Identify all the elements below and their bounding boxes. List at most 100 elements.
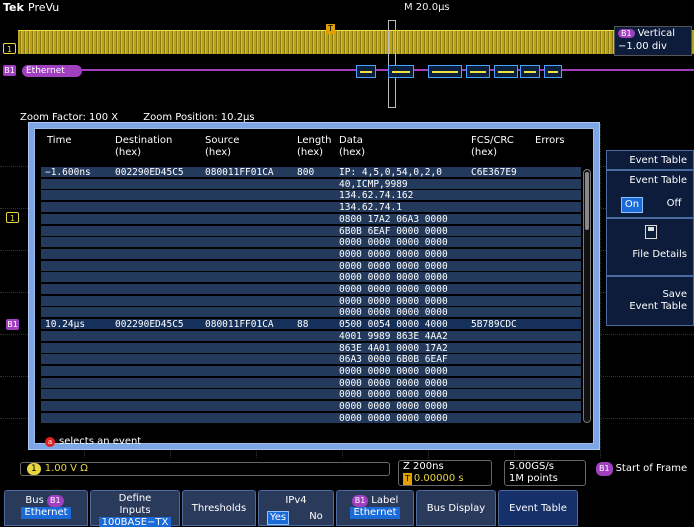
cell-time: −1.600ns bbox=[45, 167, 91, 178]
cell-data: 0000 0000 0000 0000 bbox=[339, 307, 448, 319]
cell-data: 134.62.74.162 bbox=[339, 190, 414, 202]
event-table-button[interactable]: Event Table bbox=[498, 490, 578, 526]
define-inputs-button[interactable]: Define Inputs 100BASE−TX bbox=[90, 490, 180, 527]
cell-fcs: 5B789CDC bbox=[471, 319, 517, 331]
cell-data: 0000 0000 0000 0000 bbox=[339, 389, 448, 401]
event-table-toggle[interactable]: Event Table On Off bbox=[606, 170, 694, 218]
trigger-icon: T bbox=[403, 473, 412, 485]
table-row[interactable]: 0000 0000 0000 0000 bbox=[41, 295, 581, 307]
table-row[interactable]: 6B0B 6EAF 0000 0000 bbox=[41, 225, 581, 237]
horizontal-readout[interactable]: Z 200ns T 0.00000 s bbox=[398, 460, 492, 486]
table-row[interactable]: 0000 0000 0000 0000 bbox=[41, 260, 581, 272]
thresholds-button[interactable]: Thresholds bbox=[182, 490, 256, 526]
ipv4-button[interactable]: IPv4 Yes No bbox=[258, 490, 334, 526]
grid-line bbox=[600, 124, 601, 458]
event-table-rows: −1.600ns 002290ED45C5 080011FF01CA 800 IP: 4… bbox=[41, 167, 581, 425]
trigger-type: Start of Frame bbox=[615, 463, 688, 474]
cell-data: 0000 0000 0000 0000 bbox=[339, 401, 448, 412]
bus-button[interactable]: Bus B1 Ethernet bbox=[4, 490, 88, 526]
table-row[interactable]: −1.600ns 002290ED45C5 080011FF01CA 800 IP: 4… bbox=[41, 167, 581, 178]
event-table-on-option[interactable]: On bbox=[621, 197, 643, 213]
table-row[interactable]: 06A3 0000 6B0B 6EAF bbox=[41, 354, 581, 366]
cell-data: 0000 0000 0000 0000 bbox=[339, 248, 448, 260]
label-button[interactable]: B1 Label Ethernet bbox=[336, 490, 414, 526]
col-source: Source (hex) bbox=[205, 135, 240, 158]
cell-data: 6B0B 6EAF 0000 0000 bbox=[339, 225, 448, 237]
bus-packet bbox=[544, 65, 562, 78]
col-length: Length (hex) bbox=[297, 135, 332, 158]
acquisition-mode: PreVu bbox=[28, 1, 60, 14]
ch1-waveform bbox=[18, 30, 614, 54]
acquisition-readout[interactable]: 5.00GS/s 1M points bbox=[504, 460, 586, 486]
ipv4-yes-option[interactable]: Yes bbox=[267, 511, 289, 525]
cell-data: 0000 0000 0000 0000 bbox=[339, 284, 448, 295]
save-event-table-button[interactable]: Save Event Table bbox=[606, 276, 694, 326]
ipv4-no-option[interactable]: No bbox=[305, 511, 327, 525]
table-row[interactable]: 40,ICMP,9989 bbox=[41, 178, 581, 190]
cell-data: 06A3 0000 6B0B 6EAF bbox=[339, 354, 448, 366]
table-row[interactable]: 0000 0000 0000 0000 bbox=[41, 248, 581, 260]
event-table-scrollbar[interactable] bbox=[583, 169, 591, 423]
cell-data: 0000 0000 0000 0000 bbox=[339, 412, 448, 424]
cell-destination: 002290ED45C5 bbox=[115, 319, 184, 331]
hint-text: selects an event bbox=[59, 436, 142, 447]
col-fcs-crc: FCS/CRC (hex) bbox=[471, 135, 514, 158]
table-row[interactable]: 134.62.74.1 bbox=[41, 202, 581, 214]
table-row[interactable]: 0000 0000 0000 0000 bbox=[41, 284, 581, 295]
cell-source: 080011FF01CA bbox=[205, 319, 274, 331]
event-table: Time Destination (hex) Source (hex) Length… bbox=[34, 128, 594, 447]
table-row[interactable]: 4001 9989 863E 4AA2 bbox=[41, 330, 581, 342]
file-details-button[interactable]: File Details bbox=[606, 218, 694, 276]
bus-packet bbox=[494, 65, 518, 78]
col-data: Data (hex) bbox=[339, 135, 366, 158]
toggle-label: Event Table bbox=[629, 175, 687, 186]
ch1-readout[interactable]: 1 1.00 V Ω bbox=[20, 462, 390, 476]
ch1-marker: 1 bbox=[3, 43, 16, 54]
table-row[interactable]: 10.24µs 002290ED45C5 080011FF01CA 88 0500 00… bbox=[41, 319, 581, 331]
b1-marker: B1 bbox=[6, 319, 19, 330]
bus-packet bbox=[520, 65, 540, 78]
event-table-off-option[interactable]: Off bbox=[663, 197, 685, 213]
bus-packet bbox=[466, 65, 490, 78]
readout-bar: 1 1.00 V Ω Z 200ns T 0.00000 s 5.00GS/s 1M… bbox=[0, 458, 694, 488]
table-row[interactable]: 0000 0000 0000 0000 bbox=[41, 237, 581, 249]
vertical-title: Vertical bbox=[637, 28, 676, 39]
save-event-table-label: Save Event Table bbox=[629, 289, 687, 312]
zoom-window-box[interactable] bbox=[388, 20, 396, 108]
cell-data: IP: 4,5,0,54,0,2,0 bbox=[339, 167, 442, 178]
cell-data: 4001 9989 863E 4AA2 bbox=[339, 330, 448, 342]
table-row[interactable]: 0000 0000 0000 0000 bbox=[41, 307, 581, 319]
record-length: 1M points bbox=[509, 473, 558, 484]
b1-badge: B1 bbox=[596, 462, 613, 476]
scrollbar-thumb[interactable] bbox=[585, 172, 589, 230]
sample-rate: 5.00GS/s bbox=[509, 461, 554, 472]
cell-data: 0000 0000 0000 0000 bbox=[339, 237, 448, 249]
table-row[interactable]: 0000 0000 0000 0000 bbox=[41, 365, 581, 377]
cell-source: 080011FF01CA bbox=[205, 167, 274, 178]
bus-packet bbox=[388, 65, 414, 78]
event-table-header: Time Destination (hex) Source (hex) Length… bbox=[35, 129, 593, 159]
bus-type: Ethernet bbox=[21, 507, 71, 519]
ipv4-label: IPv4 bbox=[285, 495, 307, 506]
table-row[interactable]: 0800 17A2 06A3 0000 bbox=[41, 213, 581, 225]
zoom-scale: Z 200ns bbox=[403, 461, 444, 472]
side-menu: Event Table Event Table On Off File Deta… bbox=[606, 150, 694, 326]
bus-packet bbox=[428, 65, 462, 78]
table-row[interactable]: 0000 0000 0000 0000 bbox=[41, 389, 581, 401]
table-row[interactable]: 0000 0000 0000 0000 bbox=[41, 272, 581, 284]
table-row[interactable]: 0000 0000 0000 0000 bbox=[41, 412, 581, 424]
status-bar: Tek PreVu M 20.0µs bbox=[0, 0, 694, 16]
ch1-trace-top bbox=[18, 30, 614, 31]
table-row[interactable]: 134.62.74.162 bbox=[41, 190, 581, 202]
trigger-position-marker: T bbox=[326, 24, 335, 34]
table-row[interactable]: 863E 4A01 0000 17A2 bbox=[41, 342, 581, 354]
cell-destination: 002290ED45C5 bbox=[115, 167, 184, 178]
cell-data: 0500 0054 0000 4000 bbox=[339, 319, 448, 331]
bus-display-button[interactable]: Bus Display bbox=[416, 490, 496, 526]
table-row[interactable]: 0000 0000 0000 0000 bbox=[41, 377, 581, 389]
ch1-badge: 1 bbox=[27, 463, 41, 475]
trigger-readout[interactable]: B1 Start of Frame bbox=[596, 462, 694, 478]
table-row[interactable]: 0000 0000 0000 0000 bbox=[41, 401, 581, 412]
b1-badge: B1 bbox=[47, 495, 64, 507]
multipurpose-a-icon: a bbox=[45, 437, 55, 447]
